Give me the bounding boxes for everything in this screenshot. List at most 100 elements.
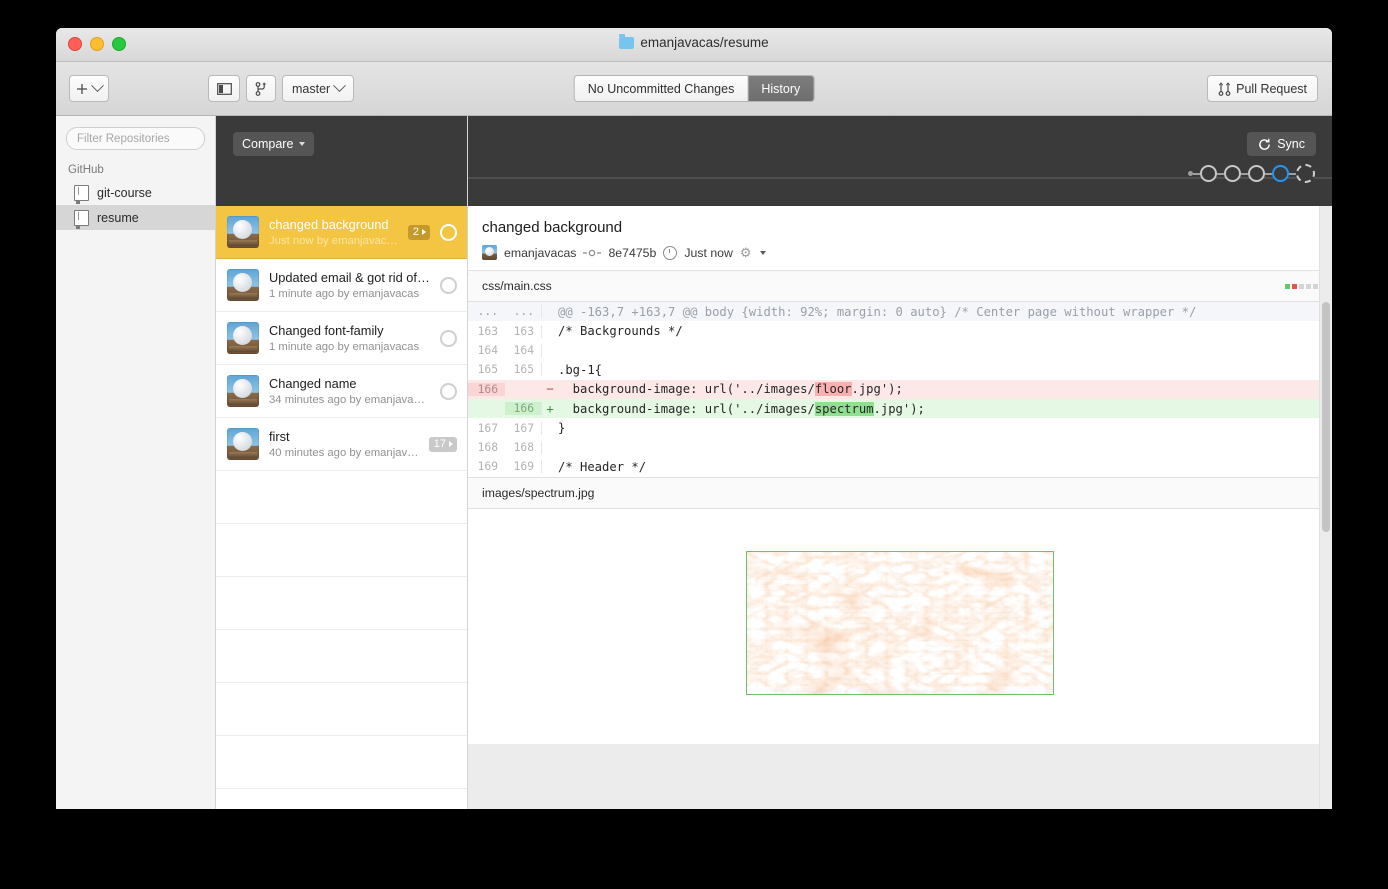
tab-history[interactable]: History <box>747 76 814 101</box>
commit-list-item[interactable]: Changed name 34 minutes ago by emanjavac… <box>216 365 467 418</box>
diff-gutter-old: 165 <box>477 363 498 377</box>
repository-name: git-course <box>97 185 152 200</box>
commit-list-empty-row <box>216 577 467 630</box>
folder-icon <box>619 33 635 49</box>
filter-placeholder: Filter Repositories <box>77 132 170 145</box>
commit-list-item[interactable]: Changed font-family 1 minute ago by eman… <box>216 312 467 365</box>
diff-line-context: 163 163 /* Backgrounds */ <box>468 321 1332 340</box>
image-file-header[interactable]: images/spectrum.jpg <box>468 476 1332 509</box>
history-timeline: Sync <box>468 116 1332 206</box>
gear-icon[interactable]: ⚙ <box>740 246 753 259</box>
commit-list-item[interactable]: changed background Just now by emanjavac… <box>216 206 467 259</box>
diff-gutter-old: 163 <box>477 324 498 338</box>
sync-label: Sync <box>1277 137 1305 151</box>
view-mode-segmented-control[interactable]: No Uncommitted Changes History <box>573 75 815 102</box>
screen: emanjavacas/resume master No Uncommitted… <box>0 0 1388 889</box>
diff-code: } <box>558 421 566 436</box>
diff-code-pre: background-image: url('../images/ <box>558 401 815 416</box>
commit-list-empty-row <box>216 524 467 577</box>
repository-sidebar: Filter Repositories GitHub git-course re… <box>56 116 216 809</box>
image-preview <box>746 550 1054 695</box>
diff-line-context: 165 165 .bg-1{ <box>468 360 1332 379</box>
commit-subtitle: 40 minutes ago by emanjavac... <box>269 447 419 459</box>
sidebar-panel-icon <box>216 82 232 95</box>
sidebar-item-resume[interactable]: resume <box>56 205 215 230</box>
diff-code-post: .jpg'); <box>873 401 925 416</box>
diff-sign: + <box>546 401 554 416</box>
repository-name: resume <box>97 210 139 225</box>
commit-detail-meta: emanjavacas 8e7475b Just now ⚙ <box>482 245 1316 260</box>
timeline-node[interactable] <box>1224 165 1241 182</box>
commit-list-empty-row <box>216 471 467 524</box>
diff-file-path: css/main.css <box>482 279 552 293</box>
timeline-nodes[interactable] <box>1188 164 1315 183</box>
sidebar-item-git-course[interactable]: git-course <box>56 180 215 205</box>
arrow-right-icon <box>449 440 453 447</box>
image-file-path: images/spectrum.jpg <box>482 485 595 500</box>
diff-stat-squares <box>1285 283 1318 289</box>
caret-down-icon[interactable] <box>759 250 766 255</box>
timeline-node[interactable] <box>1200 165 1217 182</box>
arrow-right-icon <box>422 228 426 235</box>
window-title: emanjavacas/resume <box>56 33 1332 50</box>
commit-subtitle: 34 minutes ago by emanjavacas <box>269 394 430 406</box>
timeline-node-current[interactable] <box>1272 165 1289 182</box>
diff-line-deleted: 166 − background-image: url('../images/f… <box>468 379 1332 399</box>
timeline-link <box>1217 172 1224 175</box>
diff-gutter-new: 166 <box>505 402 542 416</box>
commit-sha[interactable]: 8e7475b <box>608 246 656 260</box>
timeline-link <box>1265 172 1272 175</box>
diff-code-pre: background-image: url('../images/ <box>558 382 815 397</box>
app-window: emanjavacas/resume master No Uncommitted… <box>56 28 1332 809</box>
diff-code-post: .jpg'); <box>851 382 903 397</box>
detail-scrollbar-thumb[interactable] <box>1322 302 1330 532</box>
commit-list-item[interactable]: Updated email & got rid of c... 1 minute… <box>216 259 467 312</box>
compare-button[interactable]: Compare <box>233 132 315 156</box>
repository-icon <box>74 209 89 229</box>
toggle-sidebar-button[interactable] <box>208 75 240 102</box>
commit-time: Just now <box>684 245 733 260</box>
commit-subtitle: 1 minute ago by emanjavacas <box>269 341 420 353</box>
commit-list-empty-row <box>216 630 467 683</box>
repository-icon <box>74 184 89 204</box>
diff-file-header[interactable]: css/main.css <box>468 271 1332 302</box>
avatar <box>227 428 259 460</box>
commit-list-item[interactable]: first 40 minutes ago by emanjavac... 17 <box>216 418 467 471</box>
sync-button[interactable]: Sync <box>1247 132 1316 156</box>
commit-title: changed background <box>269 217 389 232</box>
diff-gutter-new: 163 <box>505 324 542 338</box>
commit-badge[interactable]: 2 <box>407 224 430 240</box>
diff-code: /* Header */ <box>558 459 647 474</box>
image-preview-area <box>468 508 1332 737</box>
pull-request-icon <box>1218 81 1231 96</box>
commit-subtitle: Just now by emanjavacas <box>269 235 398 247</box>
timeline-link <box>1241 172 1248 175</box>
chevron-down-icon <box>333 79 347 93</box>
compare-bar: Compare master <box>216 116 478 281</box>
avatar <box>227 322 259 354</box>
commit-badge[interactable]: 17 <box>428 436 457 452</box>
filter-repositories-input[interactable]: Filter Repositories <box>66 127 205 150</box>
timeline-link <box>1193 172 1200 175</box>
detail-scrollbar-track[interactable] <box>1319 206 1332 809</box>
branch-selector-button[interactable]: master <box>282 75 355 102</box>
timeline-node[interactable] <box>1248 165 1265 182</box>
add-repository-button[interactable] <box>69 75 109 102</box>
tab-uncommitted-changes[interactable]: No Uncommitted Changes <box>574 76 748 101</box>
diff-gutter-old: ... <box>477 305 498 319</box>
avatar <box>227 375 259 407</box>
commit-subtitle: 1 minute ago by emanjavacas <box>269 288 420 300</box>
diff-sign: − <box>546 382 554 397</box>
pull-request-button[interactable]: Pull Request <box>1207 75 1318 102</box>
diff-stat-square-add <box>1285 283 1290 289</box>
diff-line-added: 166 + background-image: url('../images/s… <box>468 398 1332 419</box>
commit-title: Updated email & got rid of c... <box>269 270 430 285</box>
diff-gutter-old: 169 <box>477 460 498 474</box>
new-branch-button[interactable] <box>246 75 276 102</box>
timeline-node-pending[interactable] <box>1296 164 1315 183</box>
diff-code: @@ -163,7 +163,7 @@ body {width: 92%; ma… <box>558 304 1197 319</box>
title-bar: emanjavacas/resume <box>56 28 1332 62</box>
commit-node-indicator <box>440 329 457 347</box>
diff-code-highlight: floor <box>814 382 852 397</box>
commit-title: Changed name <box>269 376 357 391</box>
